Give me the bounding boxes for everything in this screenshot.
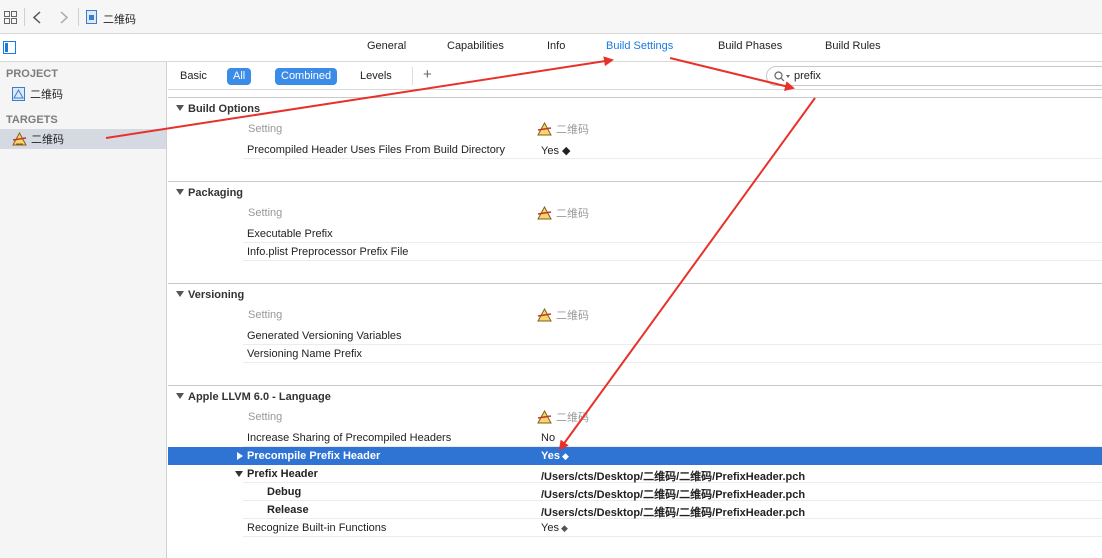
disclosure-down-icon[interactable] (235, 471, 243, 477)
section-divider (168, 385, 1102, 386)
setting-row[interactable]: Prefix Header /Users/cts/Desktop/二维码/二维码… (235, 465, 1102, 483)
breadcrumb-file[interactable]: 二维码 (103, 11, 136, 27)
targets-header: TARGETS (6, 114, 58, 126)
project-icon (12, 87, 25, 101)
setting-row[interactable]: Executable Prefix (243, 225, 1102, 243)
setting-row-selected[interactable]: Precompile Prefix Header Yes ◆ (168, 447, 1102, 465)
divider (412, 67, 413, 85)
project-file-icon (86, 10, 97, 24)
setting-column-header: Setting (248, 411, 283, 423)
back-chevron-icon[interactable] (33, 11, 41, 24)
section-versioning[interactable]: Versioning (176, 289, 244, 301)
divider (78, 8, 79, 26)
stepper-icon[interactable]: ◆ (562, 451, 569, 461)
setting-row[interactable]: Release /Users/cts/Desktop/二维码/二维码/Prefi… (243, 501, 1102, 519)
tab-info[interactable]: Info (547, 40, 565, 52)
navigator-toggle-icon[interactable] (3, 41, 16, 54)
combined-filter[interactable]: Combined (275, 68, 338, 85)
setting-row[interactable]: Versioning Name Prefix (243, 345, 1102, 363)
basic-filter[interactable]: Basic (174, 68, 213, 85)
setting-column-header: Setting (248, 207, 283, 219)
setting-row[interactable]: Increase Sharing of Precompiled Headers … (243, 429, 1102, 447)
section-build-options[interactable]: Build Options (176, 103, 260, 115)
setting-row[interactable]: Recognize Built-in Functions Yes ◆ (243, 519, 1102, 537)
section-packaging[interactable]: Packaging (176, 187, 243, 199)
grid-icon[interactable] (4, 11, 17, 24)
divider (24, 8, 25, 26)
app-target-icon (537, 410, 552, 424)
app-target-icon (537, 206, 552, 220)
target-column-header: 二维码 (537, 205, 589, 221)
target-item-label: 二维码 (31, 134, 64, 146)
app-target-icon (12, 132, 27, 146)
all-filter[interactable]: All (227, 68, 252, 85)
disclosure-down-icon (176, 291, 184, 297)
disclosure-down-icon (176, 189, 184, 195)
disclosure-down-icon (176, 105, 184, 111)
section-apple-llvm-language[interactable]: Apple LLVM 6.0 - Language (176, 391, 331, 403)
target-column-header: 二维码 (537, 121, 589, 137)
project-header: PROJECT (6, 68, 58, 80)
section-divider (168, 283, 1102, 284)
disclosure-down-icon (176, 393, 184, 399)
setting-column-header: Setting (248, 123, 283, 135)
disclosure-right-icon[interactable] (237, 452, 243, 460)
build-settings-filter-bar: Basic All Combined Levels + prefix (168, 62, 1102, 90)
app-target-icon (537, 308, 552, 322)
tab-build-phases[interactable]: Build Phases (718, 40, 782, 52)
levels-filter[interactable]: Levels (354, 68, 398, 85)
jump-bar: 二维码 (0, 0, 1102, 34)
section-divider (168, 181, 1102, 182)
setting-row[interactable]: Info.plist Preprocessor Prefix File (243, 243, 1102, 261)
setting-column-header: Setting (248, 309, 283, 321)
setting-row[interactable]: Generated Versioning Variables (243, 327, 1102, 345)
tab-capabilities[interactable]: Capabilities (447, 40, 504, 52)
project-navigator: PROJECT 二维码 TARGETS 二维码 (0, 62, 167, 558)
target-column-header: 二维码 (537, 307, 589, 323)
setting-row[interactable]: Precompiled Header Uses Files From Build… (243, 141, 1102, 159)
editor-tab-bar: General Capabilities Info Build Settings… (0, 34, 1102, 62)
app-target-icon (537, 122, 552, 136)
search-field[interactable]: prefix (766, 66, 1102, 86)
search-input[interactable]: prefix (794, 70, 821, 82)
magnifier-icon (774, 71, 790, 82)
section-divider (168, 97, 1102, 98)
tab-build-rules[interactable]: Build Rules (825, 40, 881, 52)
project-item[interactable]: 二维码 (0, 84, 166, 104)
setting-row[interactable]: Debug /Users/cts/Desktop/二维码/二维码/PrefixH… (243, 483, 1102, 501)
forward-chevron-icon[interactable] (60, 11, 68, 24)
target-item[interactable]: 二维码 (0, 129, 166, 149)
target-column-header: 二维码 (537, 409, 589, 425)
tab-build-settings[interactable]: Build Settings (606, 40, 673, 52)
stepper-icon[interactable]: ◆ (561, 523, 568, 533)
project-item-label: 二维码 (30, 89, 63, 101)
add-setting-button[interactable]: + (423, 66, 432, 83)
tab-general[interactable]: General (367, 40, 406, 52)
